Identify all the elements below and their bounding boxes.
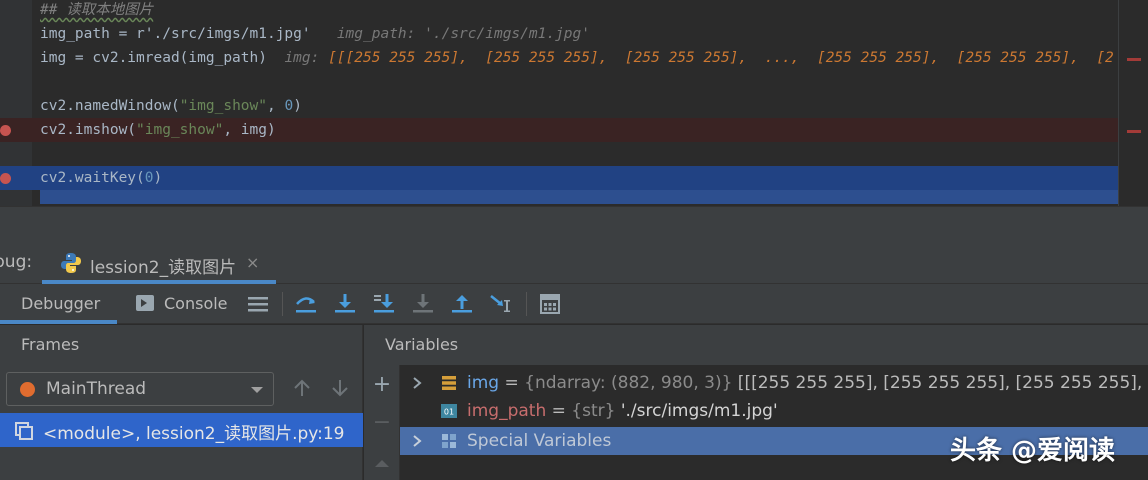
waitkey-statement: cv2.waitKey(0): [40, 166, 162, 190]
step-over-icon[interactable]: [292, 290, 320, 318]
step-into-icon[interactable]: [331, 290, 359, 318]
img-path-inline-hint: img_path: './src/imgs/m1.jpg': [336, 26, 590, 42]
evaluate-expression-icon[interactable]: [536, 290, 564, 318]
python-icon: [61, 253, 81, 273]
imread-statement: img = cv2.imread(img_path) img: [[[255 2…: [40, 46, 1114, 70]
error-stripe-mark[interactable]: [1127, 130, 1141, 133]
variable-name: img_path: [467, 401, 547, 421]
run-config-tab[interactable]: lession2_读取图片 ×: [42, 242, 276, 284]
imshow-call: cv2.imshow(: [40, 122, 137, 138]
arrow-up-icon[interactable]: [291, 377, 313, 399]
remove-watch-icon[interactable]: −: [372, 412, 392, 434]
debugger-tab-label: Debugger: [21, 294, 101, 313]
breakpoint-icon[interactable]: [0, 125, 11, 136]
variable-value: './src/imgs/m1.jpg': [615, 401, 778, 421]
editor-scrollbar[interactable]: [1118, 0, 1148, 206]
variable-type: {str}: [571, 401, 616, 421]
variable-value: [[[255 255 255], [255 255 255], [255 255…: [732, 373, 1148, 393]
step-into-my-code-icon[interactable]: [370, 290, 398, 318]
error-stripe-mark[interactable]: [1127, 58, 1141, 61]
thread-status-icon: [20, 382, 35, 397]
run-to-cursor-icon[interactable]: [487, 290, 515, 318]
thread-dropdown[interactable]: MainThread: [6, 372, 274, 406]
imshow-statement: cv2.imshow("img_show", img): [40, 118, 276, 142]
menu-lines-icon[interactable]: [244, 290, 272, 318]
variables-header: Variables: [364, 325, 1148, 365]
console-icon: [136, 295, 154, 311]
imshow-args-rest: , img): [223, 122, 276, 138]
code-line-imread[interactable]: img = cv2.imread(img_path) img: [[[255 2…: [0, 46, 1148, 70]
imread-hint-label: img:: [284, 50, 320, 66]
console-tab-label: Console: [164, 294, 228, 313]
step-out-icon[interactable]: [448, 290, 476, 318]
frame-icon: [15, 422, 33, 440]
frames-pane: MainThread <module>, lession2_读取图片.py:19: [0, 365, 363, 480]
named-window-close: ): [293, 98, 302, 114]
add-watch-icon[interactable]: +: [372, 374, 392, 396]
chevron-down-icon: [251, 387, 263, 393]
comment-text: ## 读取本地图片: [40, 2, 154, 18]
variable-eq: =: [546, 401, 572, 421]
thread-name: MainThread: [46, 379, 147, 399]
arrow-down-icon[interactable]: [329, 377, 351, 399]
tab-console[interactable]: Console: [134, 284, 234, 324]
code-line-imshow[interactable]: cv2.imshow("img_show", img): [0, 118, 1148, 142]
svg-text:01: 01: [444, 408, 454, 417]
frames-title: Frames: [21, 335, 80, 354]
variable-text: img = {ndarray: (882, 980, 3)} [[[255 25…: [467, 369, 1148, 397]
code-editor[interactable]: ## 读取本地图片 img_path = r'./src/imgs/m1.jpg…: [0, 0, 1148, 206]
chevron-right-icon[interactable]: [412, 435, 422, 447]
waitkey-arg-num: 0: [144, 170, 154, 186]
chevron-right-icon[interactable]: [412, 377, 422, 389]
special-vars-icon: [442, 434, 456, 448]
string-icon: 01: [441, 404, 457, 418]
stack-frame-label: <module>, lession2_读取图片.py:19: [43, 424, 345, 444]
named-window-arg-str: "img_show": [179, 98, 267, 114]
code-line-img-path[interactable]: img_path = r'./src/imgs/m1.jpg' img_path…: [0, 22, 1148, 46]
special-variables-label: Special Variables: [467, 431, 612, 451]
named-window-statement: cv2.namedWindow("img_show", 0): [40, 94, 302, 118]
imread-inline-hint: [[[255 255 255], [255 255 255], [255 255…: [328, 50, 1114, 66]
debug-tab-bar: bug: lession2_读取图片 ×: [0, 242, 1148, 284]
frames-header: Frames: [0, 325, 363, 365]
variables-side-toolbar: + −: [364, 365, 400, 480]
imshow-arg-str: "img_show": [136, 122, 224, 138]
toolbar-separator: [526, 292, 527, 316]
watermark-text: 头条 @爱阅读: [950, 436, 1116, 466]
debug-window-title: bug:: [0, 252, 33, 272]
imread-code: img = cv2.imread(img_path): [40, 50, 267, 66]
variables-title: Variables: [385, 335, 459, 354]
code-line-named-window[interactable]: cv2.namedWindow("img_show", 0): [0, 94, 1148, 118]
array-icon: [442, 376, 456, 390]
variable-text: img_path = {str} './src/imgs/m1.jpg': [467, 397, 778, 425]
variable-row-img[interactable]: img = {ndarray: (882, 980, 3)} [[[255 25…: [400, 369, 1148, 397]
named-window-call: cv2.namedWindow(: [40, 98, 180, 114]
img-path-code: img_path = r'./src/imgs/m1.jpg': [40, 26, 311, 42]
stack-frame-row[interactable]: <module>, lession2_读取图片.py:19: [0, 413, 363, 447]
variable-name: img: [467, 373, 500, 393]
variable-type: {ndarray: (882, 980, 3)}: [524, 373, 733, 393]
waitkey-close: ): [153, 170, 163, 186]
run-tab-label: lession2_读取图片: [90, 258, 237, 278]
move-up-icon[interactable]: [372, 453, 392, 473]
img-path-statement: img_path = r'./src/imgs/m1.jpg' img_path…: [40, 22, 590, 46]
debug-toolbar: Debugger Console: [0, 284, 1148, 324]
breakpoint-icon[interactable]: [0, 173, 11, 184]
code-line-waitkey[interactable]: cv2.waitKey(0): [0, 166, 1148, 190]
named-window-sep: ,: [267, 98, 285, 114]
execution-highlight-tail: [40, 190, 1118, 204]
waitkey-call: cv2.waitKey(: [40, 170, 145, 186]
close-icon[interactable]: ×: [246, 253, 259, 272]
tab-debugger[interactable]: Debugger: [0, 284, 117, 324]
code-line-comment[interactable]: ## 读取本地图片: [0, 0, 1148, 22]
variable-eq: =: [499, 373, 525, 393]
toolbar-separator: [282, 292, 283, 316]
variable-row-img-path[interactable]: 01 img_path = {str} './src/imgs/m1.jpg': [400, 397, 1148, 425]
active-tab-indicator: [0, 320, 117, 324]
named-window-arg-num: 0: [284, 98, 294, 114]
tool-window-divider[interactable]: [0, 206, 1148, 242]
force-step-into-icon[interactable]: [409, 290, 437, 318]
